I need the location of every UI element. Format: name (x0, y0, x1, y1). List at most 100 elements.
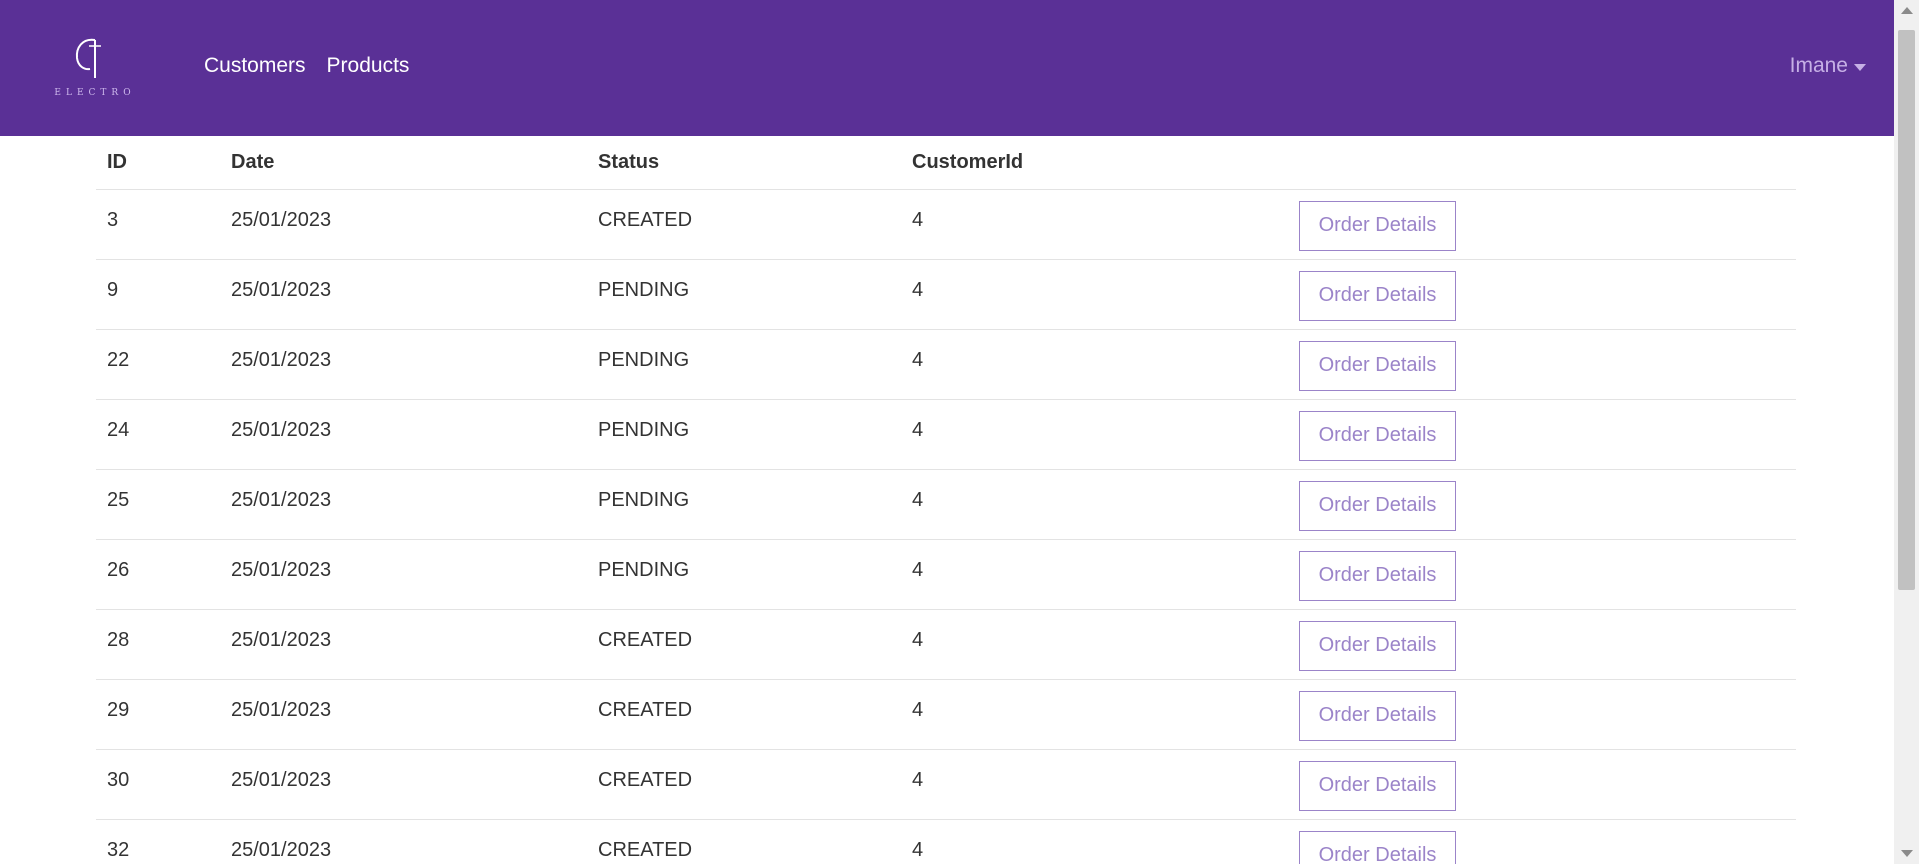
cell-customer-id: 4 (901, 819, 1288, 864)
table-row: 32 25/01/2023 CREATED 4 Order Details (96, 819, 1796, 864)
order-details-button[interactable]: Order Details (1299, 480, 1456, 531)
order-details-button[interactable]: Order Details (1299, 200, 1456, 251)
cell-actions: Order Details (1288, 259, 1796, 330)
table-row: 25 25/01/2023 PENDING 4 Order Details (96, 469, 1796, 540)
table-row: 9 25/01/2023 PENDING 4 Order Details (96, 259, 1796, 330)
cell-actions: Order Details (1288, 819, 1796, 864)
cell-status-text: CREATED (598, 769, 693, 791)
order-details-button[interactable]: Order Details (1299, 340, 1456, 391)
cell-customer-id: 4 (901, 399, 1288, 470)
scroll-up-arrow-icon[interactable] (1901, 7, 1913, 14)
cell-id-text: 29 (107, 699, 130, 721)
cell-status-text: PENDING (598, 489, 690, 511)
table-row: 30 25/01/2023 CREATED 4 Order Details (96, 749, 1796, 820)
order-details-button[interactable]: Order Details (1299, 760, 1456, 811)
cell-date: 25/01/2023 (220, 329, 587, 400)
cell-status: PENDING (587, 469, 901, 540)
cell-date: 25/01/2023 (220, 189, 587, 260)
cell-status: PENDING (587, 329, 901, 400)
nav-link-customers[interactable]: Customers (204, 54, 306, 78)
cell-customer-id-text: 4 (912, 559, 924, 581)
order-details-button[interactable]: Order Details (1299, 830, 1456, 864)
cell-status: CREATED (587, 189, 901, 260)
cell-id: 22 (96, 329, 220, 400)
cell-status: CREATED (587, 679, 901, 750)
cell-id: 30 (96, 749, 220, 820)
cell-customer-id-text: 4 (912, 489, 924, 511)
column-header-id: ID (96, 136, 220, 190)
cell-customer-id-text: 4 (912, 769, 924, 791)
cell-id-text: 3 (107, 209, 119, 231)
cell-date: 25/01/2023 (220, 819, 587, 864)
table-header-row: ID Date Status CustomerId (96, 136, 1796, 190)
cell-id: 3 (96, 189, 220, 260)
cell-date: 25/01/2023 (220, 679, 587, 750)
cell-date: 25/01/2023 (220, 399, 587, 470)
cell-id: 29 (96, 679, 220, 750)
cell-date-text: 25/01/2023 (231, 349, 332, 371)
brand-logo-text: ELECTRO (54, 88, 136, 98)
table-row: 3 25/01/2023 CREATED 4 Order Details (96, 189, 1796, 260)
cell-actions: Order Details (1288, 329, 1796, 400)
cell-id: 32 (96, 819, 220, 864)
cell-status: PENDING (587, 539, 901, 610)
cell-date-text: 25/01/2023 (231, 279, 332, 301)
cell-id-text: 24 (107, 419, 130, 441)
cell-actions: Order Details (1288, 749, 1796, 820)
brand-logo[interactable]: ELECTRO (52, 34, 138, 104)
cell-date-text: 25/01/2023 (231, 489, 332, 511)
nav-link-products[interactable]: Products (327, 54, 410, 78)
cell-customer-id: 4 (901, 189, 1288, 260)
order-details-button[interactable]: Order Details (1299, 690, 1456, 741)
nav-links: Customers Products (204, 54, 409, 78)
table-row: 29 25/01/2023 CREATED 4 Order Details (96, 679, 1796, 750)
order-details-button[interactable]: Order Details (1299, 550, 1456, 601)
brand-logo-mark-icon (75, 38, 101, 78)
orders-table-container: ID Date Status CustomerId 3 25/01/2023 CRE… (96, 136, 1796, 864)
cell-date: 25/01/2023 (220, 609, 587, 680)
column-header-actions (1288, 136, 1796, 190)
order-details-button[interactable]: Order Details (1299, 270, 1456, 321)
cell-status-text: PENDING (598, 349, 690, 371)
cell-date-text: 25/01/2023 (231, 419, 332, 441)
cell-status: PENDING (587, 259, 901, 330)
cell-customer-id-text: 4 (912, 419, 924, 441)
cell-id-text: 22 (107, 349, 130, 371)
cell-date-text: 25/01/2023 (231, 839, 332, 861)
cell-date-text: 25/01/2023 (231, 559, 332, 581)
cell-date: 25/01/2023 (220, 469, 587, 540)
table-row: 22 25/01/2023 PENDING 4 Order Details (96, 329, 1796, 400)
vertical-scrollbar[interactable] (1894, 0, 1919, 864)
cell-status: CREATED (587, 609, 901, 680)
scroll-down-arrow-icon[interactable] (1901, 850, 1913, 857)
table-row: 24 25/01/2023 PENDING 4 Order Details (96, 399, 1796, 470)
cell-status-text: PENDING (598, 559, 690, 581)
navbar: ELECTRO Customers Products Imane (0, 0, 1894, 136)
order-details-button[interactable]: Order Details (1299, 410, 1456, 461)
order-details-button[interactable]: Order Details (1299, 620, 1456, 671)
cell-id-text: 25 (107, 489, 130, 511)
column-header-customer-id: CustomerId (901, 136, 1288, 190)
cell-id: 24 (96, 399, 220, 470)
page: ELECTRO Customers Products Imane ID Date… (0, 0, 1894, 864)
cell-id-text: 30 (107, 769, 130, 791)
user-menu-dropdown[interactable]: Imane (1790, 54, 1866, 78)
cell-id: 26 (96, 539, 220, 610)
browser-viewport: ELECTRO Customers Products Imane ID Date… (0, 0, 1919, 864)
cell-customer-id-text: 4 (912, 839, 924, 861)
cell-customer-id-text: 4 (912, 699, 924, 721)
cell-actions: Order Details (1288, 469, 1796, 540)
cell-actions: Order Details (1288, 399, 1796, 470)
cell-status-text: CREATED (598, 629, 693, 651)
cell-id: 28 (96, 609, 220, 680)
cell-date: 25/01/2023 (220, 259, 587, 330)
cell-id-text: 26 (107, 559, 130, 581)
scrollbar-thumb[interactable] (1898, 30, 1915, 590)
cell-status-text: CREATED (598, 839, 693, 861)
cell-customer-id: 4 (901, 469, 1288, 540)
cell-actions: Order Details (1288, 609, 1796, 680)
caret-down-icon (1854, 63, 1866, 71)
cell-date: 25/01/2023 (220, 539, 587, 610)
cell-id-text: 32 (107, 839, 130, 861)
cell-date-text: 25/01/2023 (231, 699, 332, 721)
